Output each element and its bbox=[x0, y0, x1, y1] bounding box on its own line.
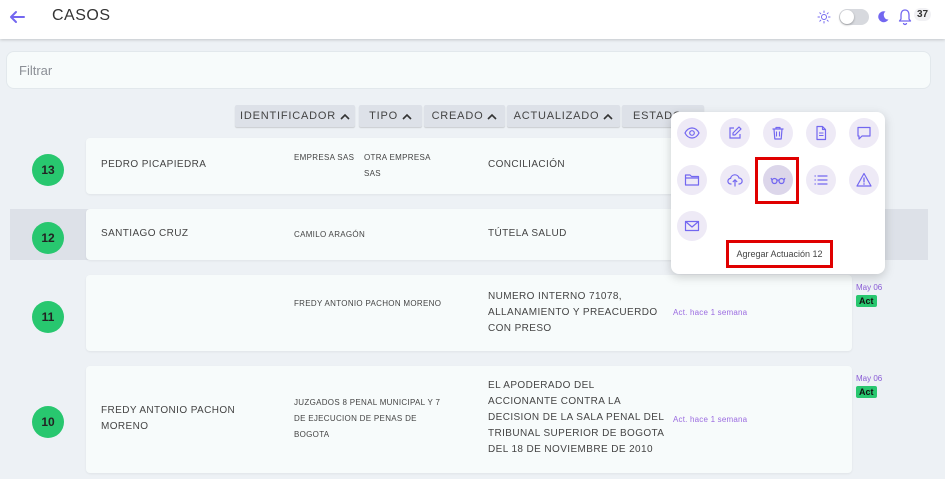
notification-count: 37 bbox=[914, 8, 932, 21]
case-client: PEDRO PICAPIEDRA bbox=[101, 159, 207, 170]
mail-icon bbox=[684, 220, 700, 232]
chat-icon bbox=[857, 126, 871, 140]
eye-icon bbox=[684, 127, 700, 139]
case-id-badge: 13 bbox=[32, 154, 64, 186]
view-button[interactable] bbox=[677, 118, 707, 148]
sort-label: IDENTIFICADOR bbox=[240, 110, 336, 122]
email-button[interactable] bbox=[677, 211, 707, 241]
folder-button[interactable] bbox=[677, 165, 707, 195]
toggle-knob bbox=[840, 10, 854, 24]
highlight-box bbox=[755, 157, 799, 204]
bell-icon[interactable] bbox=[897, 8, 913, 26]
case-party: FREDY ANTONIO PACHON MORENO bbox=[294, 299, 442, 308]
warning-icon bbox=[856, 172, 872, 187]
chevron-up-icon bbox=[402, 113, 412, 120]
list-button[interactable] bbox=[806, 165, 836, 195]
case-party: JUZGADOS 8 PENAL MUNICIPAL Y 7 DE EJECUC… bbox=[294, 398, 441, 439]
edit-icon bbox=[729, 126, 742, 139]
case-activity: Act. hace 1 semana bbox=[673, 308, 748, 317]
case-id-badge: 11 bbox=[32, 301, 64, 333]
case-client: FREDY ANTONIO PACHON MORENO bbox=[101, 405, 236, 432]
sort-label: TIPO bbox=[369, 110, 398, 122]
sort-label: ACTUALIZADO bbox=[513, 110, 600, 122]
case-type: EL APODERADO DEL ACCIONANTE CONTRA LA DE… bbox=[488, 380, 664, 455]
document-icon bbox=[816, 125, 827, 141]
chevron-up-icon bbox=[603, 113, 613, 120]
tooltip-add-actuacion: Agregar Actuación 12 bbox=[726, 240, 833, 268]
alert-button[interactable] bbox=[849, 165, 879, 195]
sort-creado-button[interactable]: CREADO bbox=[424, 105, 505, 127]
case-date: May 06 bbox=[856, 374, 883, 383]
sort-label: CREADO bbox=[431, 110, 484, 122]
case-row[interactable]: FREDY ANTONIO PACHON MORENO JUZGADOS 8 P… bbox=[86, 366, 852, 473]
sun-icon[interactable] bbox=[817, 10, 831, 24]
sort-tipo-button[interactable]: TIPO bbox=[359, 105, 422, 127]
moon-icon[interactable] bbox=[876, 10, 890, 24]
case-party: CAMILO ARAGÓN bbox=[294, 230, 366, 239]
case-type: NUMERO INTERNO 71078, ALLANAMIENTO Y PRE… bbox=[488, 291, 658, 334]
document-button[interactable] bbox=[806, 118, 836, 148]
case-activity: Act. hace 1 semana bbox=[673, 415, 748, 424]
case-id-badge: 12 bbox=[32, 222, 64, 254]
cloud-upload-icon bbox=[727, 174, 743, 187]
filter-input[interactable] bbox=[6, 51, 931, 89]
upload-button[interactable] bbox=[720, 165, 750, 195]
delete-button[interactable] bbox=[763, 118, 793, 148]
arrow-left-icon[interactable] bbox=[8, 8, 26, 26]
case-client: SANTIAGO CRUZ bbox=[101, 228, 189, 239]
page-title: CASOS bbox=[52, 7, 111, 24]
comment-button[interactable] bbox=[849, 118, 879, 148]
case-type: CONCILIACIÓN bbox=[488, 159, 566, 170]
case-party: EMPRESA SAS bbox=[294, 153, 355, 162]
list-icon bbox=[814, 175, 828, 185]
case-party: OTRA EMPRESA SAS bbox=[364, 153, 431, 178]
case-row[interactable]: FREDY ANTONIO PACHON MORENO NUMERO INTER… bbox=[86, 275, 852, 351]
sort-actualizado-button[interactable]: ACTUALIZADO bbox=[507, 105, 620, 127]
case-date: May 06 bbox=[856, 283, 883, 292]
chevron-up-icon bbox=[487, 113, 498, 120]
theme-toggle[interactable] bbox=[839, 9, 869, 25]
sort-identificador-button[interactable]: IDENTIFICADOR bbox=[235, 105, 355, 127]
top-bar: CASOS 37 bbox=[0, 0, 945, 39]
trash-icon bbox=[772, 126, 784, 140]
edit-button[interactable] bbox=[720, 118, 750, 148]
status-badge: Act bbox=[856, 386, 877, 398]
case-type: TÚTELA SALUD bbox=[488, 228, 567, 239]
folder-icon bbox=[684, 174, 700, 186]
chevron-up-icon bbox=[340, 113, 350, 120]
case-id-badge: 10 bbox=[32, 406, 64, 438]
status-badge: Act bbox=[856, 295, 877, 307]
